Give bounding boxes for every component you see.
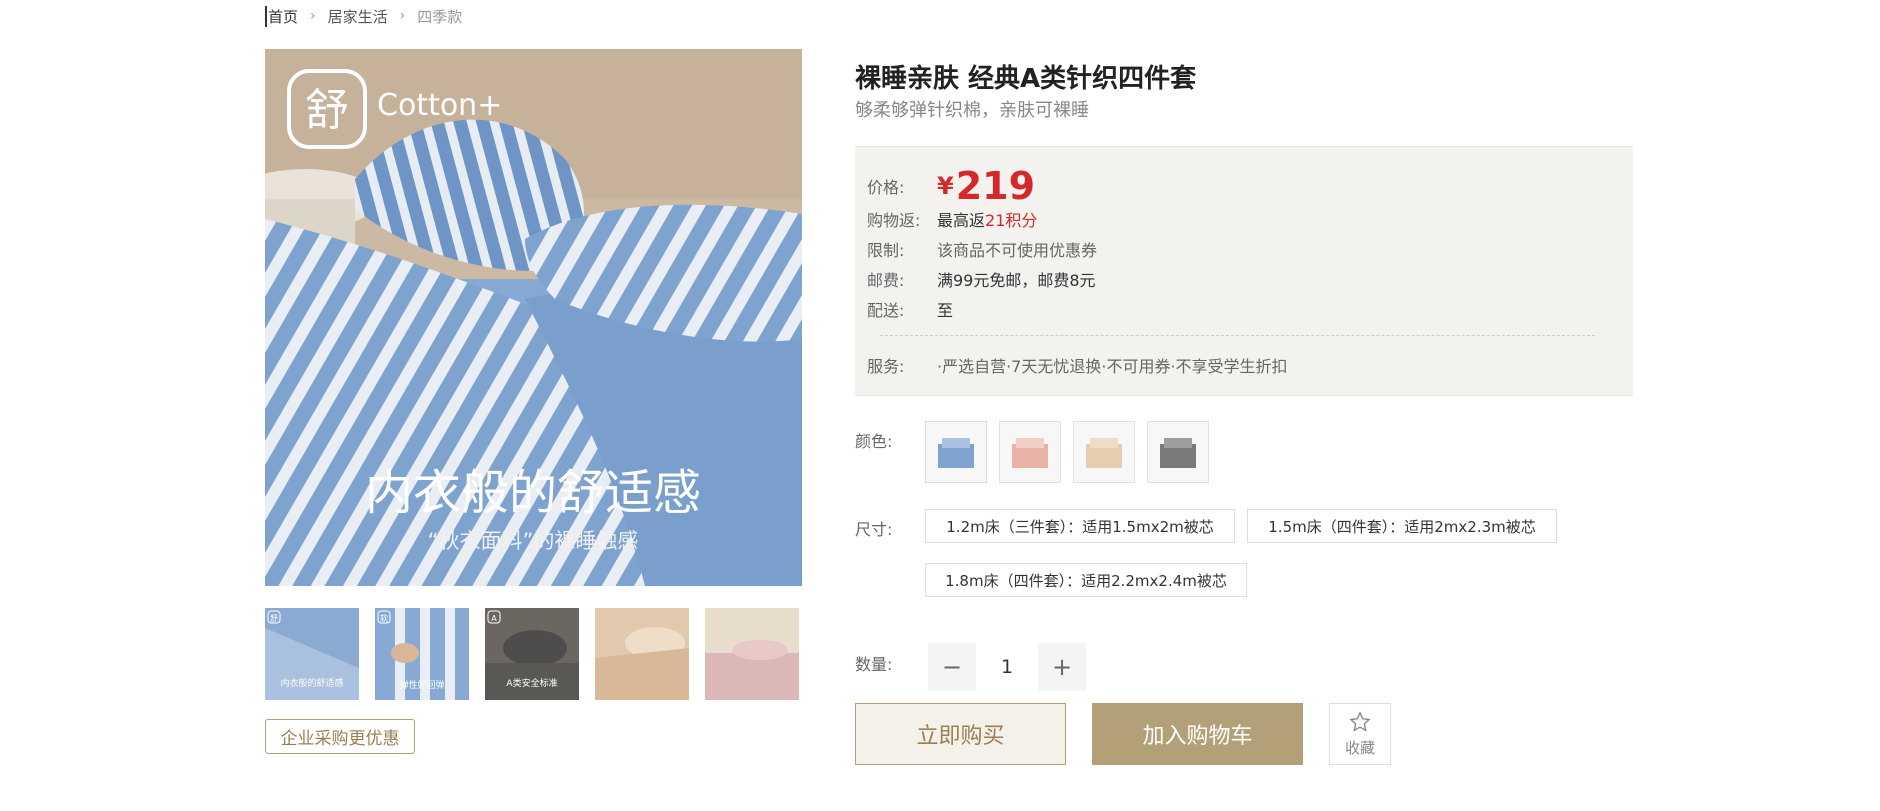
product-main-image[interactable]: 舒 Cotton+ 内衣般的舒适感 “秋衣面料”的裸睡触感 bbox=[265, 49, 802, 586]
image-subline: “秋衣面料”的裸睡触感 bbox=[428, 529, 639, 553]
svg-text:弹性好回弹: 弹性好回弹 bbox=[399, 679, 444, 691]
rebate-row: 购物返: 最高返 21积分 bbox=[867, 207, 1037, 231]
favorite-button[interactable]: 收藏 bbox=[1329, 703, 1391, 765]
limit-row: 限制: 该商品不可使用优惠券 bbox=[867, 237, 1097, 261]
color-swatch-beige[interactable] bbox=[1073, 421, 1135, 483]
thumbnail-1[interactable]: 舒 内衣般的舒适感 bbox=[265, 608, 359, 700]
limit-value: 该商品不可使用优惠券 bbox=[937, 241, 1098, 260]
price-row: 价格: ¥ 219 bbox=[867, 163, 1035, 209]
service-value: ·严选自营·7天无忧退换·不可用券·不享受学生折扣 bbox=[937, 357, 1288, 376]
thumbnail-2[interactable]: 软 弹性好回弹 bbox=[375, 608, 469, 700]
delivery-label: 配送: bbox=[867, 301, 905, 320]
color-swatch-pink[interactable] bbox=[999, 421, 1061, 483]
svg-text:舒: 舒 bbox=[270, 613, 278, 623]
shipping-value: 满99元免邮，邮费8元 bbox=[937, 271, 1096, 290]
quantity-value[interactable]: 1 bbox=[976, 643, 1038, 691]
breadcrumb-home[interactable]: 首页 bbox=[265, 5, 298, 27]
shipping-label: 邮费: bbox=[867, 271, 905, 290]
product-subtitle: 够柔够弹针织棉，亲肤可裸睡 bbox=[855, 100, 1089, 121]
rebate-label: 购物返: bbox=[867, 211, 921, 230]
size-option-2[interactable]: 1.5m床（四件套）：适用2mx2.3m被芯 bbox=[1247, 509, 1557, 543]
brand-logo-text: Cotton+ bbox=[377, 88, 502, 123]
brand-logo-glyph: 舒 bbox=[305, 85, 349, 136]
size-option-1[interactable]: 1.2m床（三件套）：适用1.5mx2m被芯 bbox=[925, 509, 1235, 543]
price-value: 219 bbox=[955, 164, 1036, 208]
corporate-purchase-button[interactable]: 企业采购更优惠 bbox=[265, 719, 415, 754]
rebate-prefix: 最高返 bbox=[937, 211, 986, 230]
color-swatch-gray[interactable] bbox=[1147, 421, 1209, 483]
color-label: 颜色: bbox=[855, 432, 893, 451]
limit-label: 限制: bbox=[867, 241, 905, 260]
breadcrumb: 首页 › 居家生活 › 四季款 bbox=[265, 5, 463, 27]
price-info-panel: 价格: ¥ 219 购物返: 最高返 21积分 限制: 该商品不可使用优惠券 邮… bbox=[855, 146, 1633, 396]
add-to-cart-button[interactable]: 加入购物车 bbox=[1092, 703, 1303, 765]
image-headline: 内衣般的舒适感 bbox=[365, 465, 701, 521]
color-options bbox=[925, 421, 1209, 483]
quantity-label: 数量: bbox=[855, 655, 893, 674]
star-icon bbox=[1349, 710, 1371, 737]
product-title: 裸睡亲肤 经典A类针织四件套 bbox=[855, 64, 1197, 94]
delivery-row: 配送: 至 bbox=[867, 297, 953, 321]
thumbnail-5[interactable] bbox=[705, 608, 799, 700]
svg-text:A类安全标准: A类安全标准 bbox=[506, 677, 557, 689]
shipping-row: 邮费: 满99元免邮，邮费8元 bbox=[867, 267, 1096, 291]
breadcrumb-category[interactable]: 居家生活 bbox=[328, 6, 388, 27]
chevron-right-icon: › bbox=[399, 8, 406, 24]
delivery-value[interactable]: 至 bbox=[937, 297, 953, 321]
thumbnail-4[interactable] bbox=[595, 608, 689, 700]
breadcrumb-current: 四季款 bbox=[417, 7, 463, 26]
chevron-right-icon: › bbox=[310, 8, 316, 24]
svg-text:软: 软 bbox=[380, 613, 388, 623]
svg-text:A: A bbox=[491, 614, 497, 623]
size-option-3[interactable]: 1.8m床（四件套）：适用2.2mx2.4m被芯 bbox=[925, 563, 1247, 597]
service-label: 服务: bbox=[867, 357, 905, 376]
color-swatch-blue[interactable] bbox=[925, 421, 987, 483]
svg-text:内衣般的舒适感: 内衣般的舒适感 bbox=[280, 677, 343, 689]
rebate-points: 21积分 bbox=[985, 211, 1038, 230]
buy-now-button[interactable]: 立即购买 bbox=[855, 703, 1066, 765]
divider bbox=[880, 335, 1595, 336]
price-label: 价格: bbox=[867, 178, 905, 197]
increment-button[interactable]: + bbox=[1038, 643, 1086, 691]
thumbnail-strip: 舒 内衣般的舒适感 软 弹性好回弹 A A类安全标准 bbox=[265, 608, 815, 700]
quantity-stepper: − 1 + bbox=[928, 643, 1086, 691]
decrement-button[interactable]: − bbox=[928, 643, 976, 691]
favorite-label: 收藏 bbox=[1344, 738, 1375, 757]
size-label: 尺寸: bbox=[855, 520, 893, 539]
currency-symbol: ¥ bbox=[937, 172, 954, 200]
thumbnail-3[interactable]: A A类安全标准 bbox=[485, 608, 579, 700]
service-row: 服务: ·严选自营·7天无忧退换·不可用券·不享受学生折扣 bbox=[867, 353, 1288, 377]
